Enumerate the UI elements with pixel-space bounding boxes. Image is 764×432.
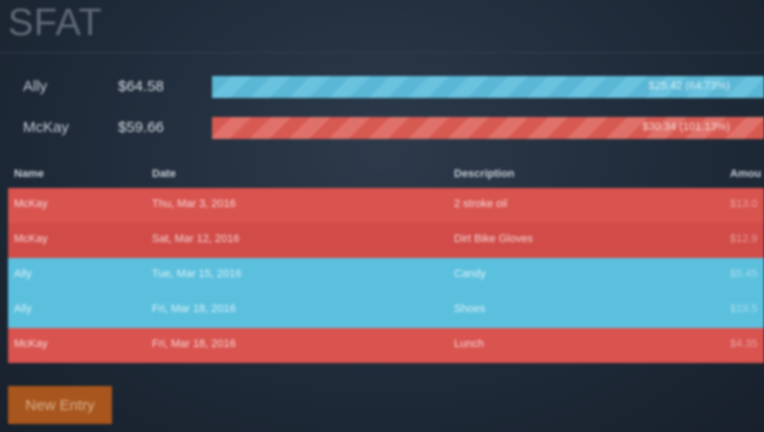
cell-description: Shoes (454, 303, 486, 315)
app-root: SFAT Ally $64.58 $25.42 (64.73%) McKay $… (0, 0, 764, 432)
table-row[interactable]: McKay Sat, Mar 12, 2016 Dirt Bike Gloves… (8, 223, 764, 258)
table-row[interactable]: Ally Fri, Mar 18, 2016 Shoes $19.5 (8, 293, 764, 328)
cell-amount: $4.35 (730, 338, 758, 350)
new-entry-button[interactable]: New Entry (8, 386, 112, 424)
column-header-name[interactable]: Name (14, 168, 44, 180)
entries-table: Name Date Description Amou McKay Thu, Ma… (8, 164, 764, 363)
progress-bar-label: $30.34 (101.13%) (642, 121, 730, 133)
cell-name: McKay (14, 233, 48, 245)
cell-date: Thu, Mar 3, 2016 (152, 198, 236, 210)
cell-description: Dirt Bike Gloves (454, 233, 533, 245)
person-name: McKay (23, 119, 69, 136)
cell-date: Fri, Mar 18, 2016 (152, 303, 236, 315)
table-row[interactable]: Ally Tue, Mar 15, 2016 Candy $5.45 (8, 258, 764, 293)
cell-name: McKay (14, 338, 48, 350)
cell-name: Ally (14, 303, 32, 315)
person-row-ally: Ally $64.58 $25.42 (64.73%) (0, 76, 764, 100)
person-progress-bar: $25.42 (64.73%) (212, 76, 764, 98)
table-row[interactable]: McKay Thu, Mar 3, 2016 2 stroke oil $13.… (8, 188, 764, 223)
table-body: McKay Thu, Mar 3, 2016 2 stroke oil $13.… (8, 188, 764, 363)
person-name: Ally (23, 78, 48, 95)
cell-name: Ally (14, 268, 32, 280)
column-header-description[interactable]: Description (454, 168, 515, 180)
app-title: SFAT (8, 2, 103, 44)
cell-amount: $13.0 (730, 198, 758, 210)
cell-description: Lunch (454, 338, 484, 350)
progress-bar-label: $25.42 (64.73%) (648, 80, 730, 92)
table-row[interactable]: McKay Fri, Mar 18, 2016 Lunch $4.35 (8, 328, 764, 363)
person-row-mckay: McKay $59.66 $30.34 (101.13%) (0, 117, 764, 141)
cell-amount: $19.5 (730, 303, 758, 315)
cell-date: Fri, Mar 18, 2016 (152, 338, 236, 350)
cell-name: McKay (14, 198, 48, 210)
person-total: $59.66 (118, 119, 164, 136)
person-total: $64.58 (118, 78, 164, 95)
column-header-date[interactable]: Date (152, 168, 176, 180)
title-divider (0, 52, 764, 53)
person-progress-bar: $30.34 (101.13%) (212, 117, 764, 139)
cell-description: 2 stroke oil (454, 198, 508, 210)
cell-description: Candy (454, 268, 486, 280)
cell-date: Sat, Mar 12, 2016 (152, 233, 240, 245)
column-header-amount[interactable]: Amou (730, 168, 761, 180)
cell-amount: $12.9 (730, 233, 758, 245)
table-header: Name Date Description Amou (8, 164, 764, 188)
cell-amount: $5.45 (730, 268, 758, 280)
cell-date: Tue, Mar 15, 2016 (152, 268, 242, 280)
